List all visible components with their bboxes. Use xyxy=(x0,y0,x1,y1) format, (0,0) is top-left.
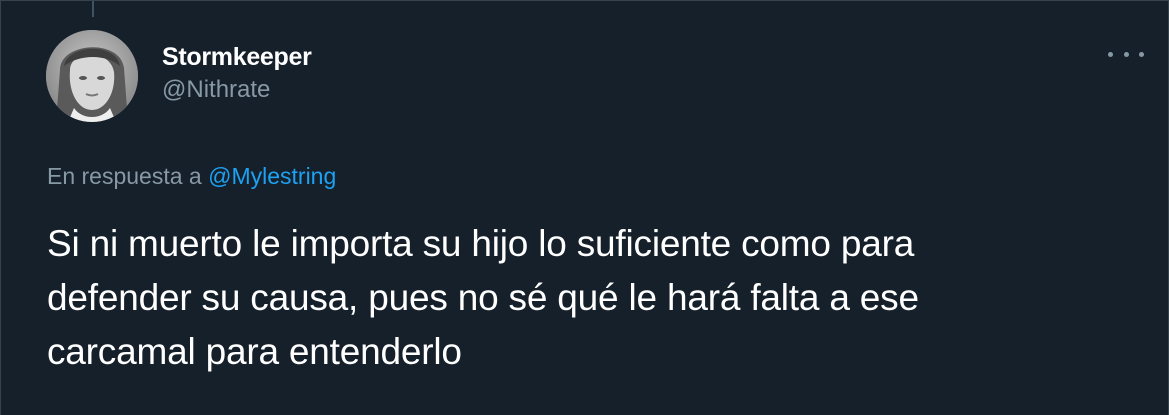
more-dot xyxy=(1108,51,1113,57)
author-info: Stormkeeper @Nithrate xyxy=(162,41,312,107)
more-options-icon[interactable] xyxy=(1108,43,1144,65)
more-dot xyxy=(1123,51,1129,57)
reply-context: En respuesta a @Mylestring xyxy=(47,159,336,193)
tweet-text-line: carcamal para entenderlo xyxy=(47,331,462,372)
tweet-text: Si ni muerto le importa su hijo lo sufic… xyxy=(47,217,1137,379)
display-name[interactable]: Stormkeeper xyxy=(162,41,312,73)
avatar[interactable] xyxy=(46,30,138,122)
profile-photo-icon xyxy=(46,30,138,122)
tweet-text-line: defender su causa, pues no sé qué le har… xyxy=(47,277,919,318)
tweet-text-line: Si ni muerto le importa su hijo lo sufic… xyxy=(47,223,915,264)
user-handle[interactable]: @Nithrate xyxy=(162,73,312,107)
tweet-card: Stormkeeper @Nithrate En respuesta a @My… xyxy=(0,0,1169,415)
more-dot xyxy=(1139,51,1144,57)
reply-prefix: En respuesta a xyxy=(47,163,202,189)
reply-mention-link[interactable]: @Mylestring xyxy=(208,163,336,189)
thread-connector-line xyxy=(92,1,94,17)
